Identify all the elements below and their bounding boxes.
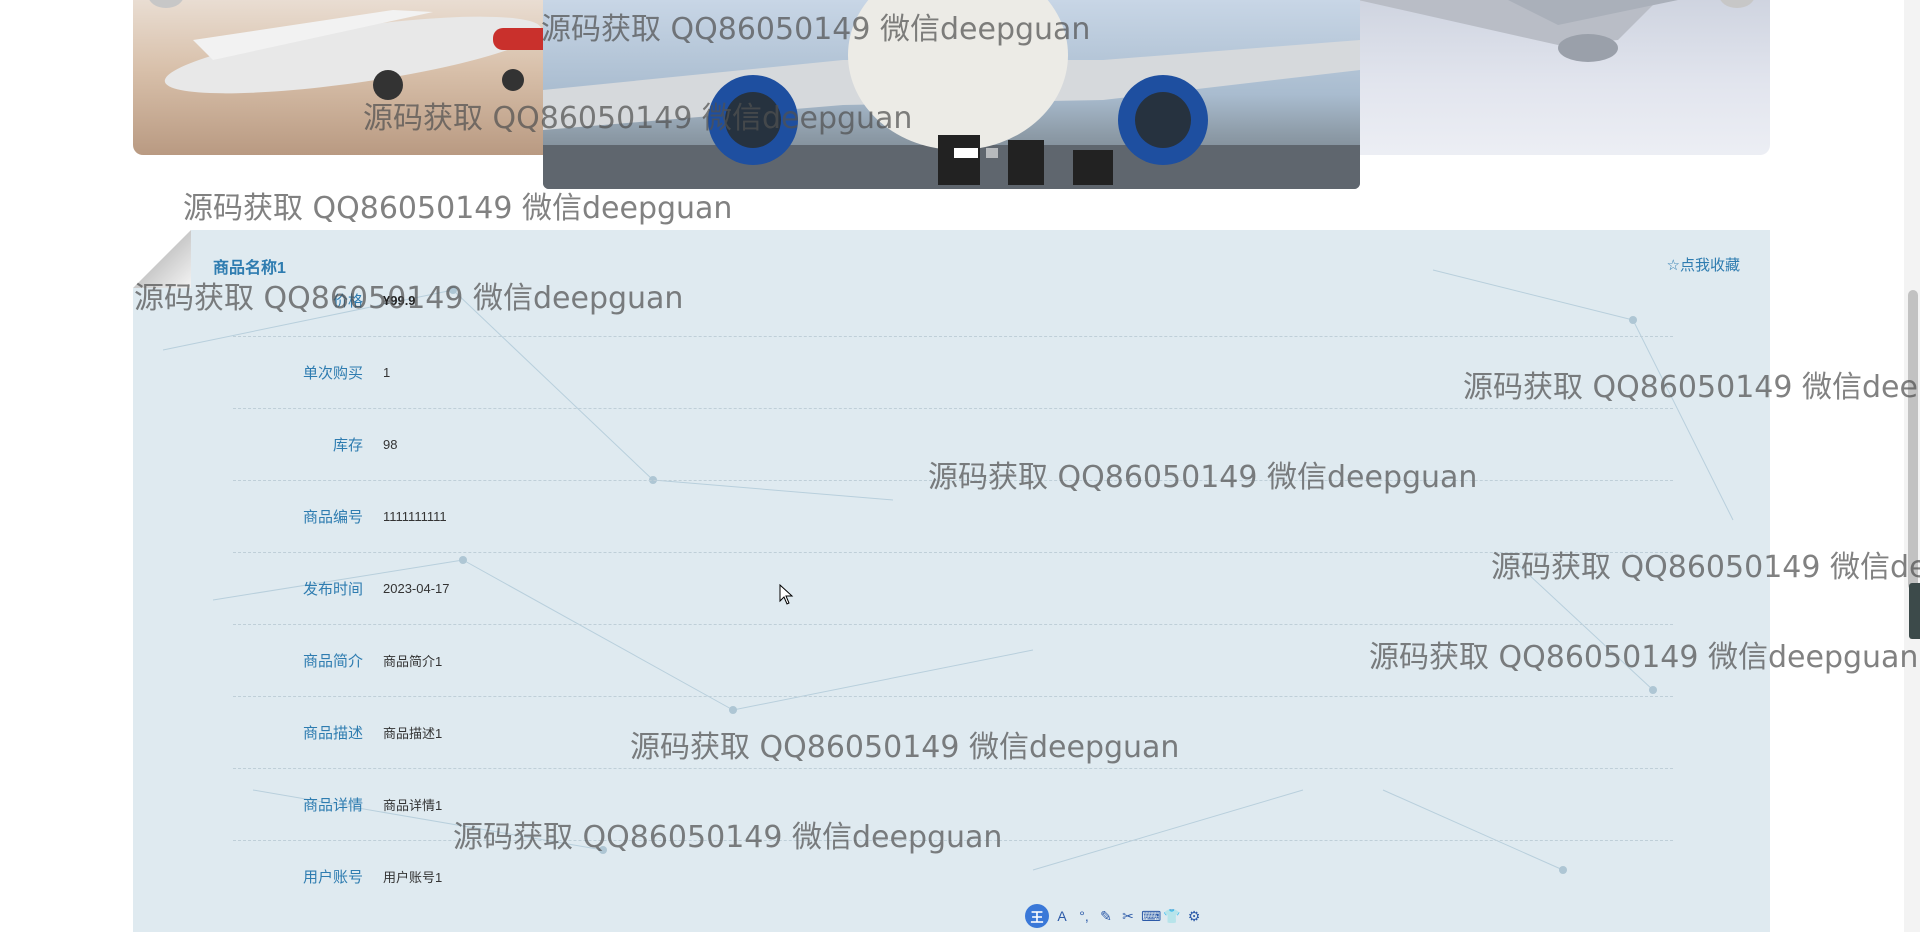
info-row-quantity: 单次购买 1 [233,337,1673,409]
watermark-text: 源码获取 QQ86050149 微信de [1491,550,1920,585]
description-label: 商品描述 [302,725,363,742]
summary-value: 商品简介1 [383,654,443,669]
quantity-label: 单次购买 [302,365,363,382]
watermark-text: 源码获取 QQ86050149 微信deepguan [363,101,913,136]
summary-label: 商品简介 [302,653,363,670]
details-value: 商品详情1 [383,798,443,813]
publish-date-label: 发布时间 [302,581,363,598]
ime-keyboard-button[interactable]: ⌨ [1141,908,1161,925]
publish-date-value: 2023-04-17 [383,581,450,596]
carousel-indicators [954,148,998,158]
ime-handwrite-button[interactable]: ✎ [1097,908,1115,925]
favorite-link[interactable]: ☆点我收藏 [1667,254,1740,275]
description-value: 商品描述1 [383,726,443,741]
side-float-tab[interactable] [1909,583,1920,639]
ime-logo-icon[interactable]: 王 [1025,904,1049,928]
watermark-text: 源码获取 QQ86050149 微信deep [1463,370,1920,405]
product-id-label: 商品编号 [302,509,363,526]
carousel-indicator-1[interactable] [954,148,978,158]
watermark-text: 源码获取 QQ86050149 微信deepguan [541,12,1091,47]
info-row-publish-date: 发布时间 2023-04-17 [233,553,1673,625]
watermark-text: 源码获取 QQ86050149 微信deepguan [183,191,733,226]
user-account-value: 用户账号1 [383,870,443,885]
watermark-text: 源码获取 QQ86050149 微信deepguan [134,281,684,316]
watermark-text: 源码获取 QQ86050149 微信deepguan [453,820,1003,855]
details-label: 商品详情 [302,797,363,814]
watermark-text: 源码获取 QQ86050149 微信deepguan [630,730,1180,765]
watermark-text: 源码获取 QQ86050149 微信deepguan [1369,640,1919,675]
user-account-label: 用户账号 [302,869,363,886]
watermark-text: 源码获取 QQ86050149 微信deepguan [928,460,1478,495]
product-id-value: 1111111111 [383,509,447,524]
page-scrollbar[interactable] [1904,0,1920,932]
quantity-value: 1 [383,365,391,380]
ime-skin-button[interactable]: 👕 [1163,908,1181,925]
ime-toolbar: 王 A °, ✎ ✂ ⌨ 👕 ⚙ [1025,904,1203,928]
ime-punctuation-button[interactable]: °, [1075,908,1093,924]
stock-value: 98 [383,437,398,452]
ime-settings-button[interactable]: ⚙ [1185,908,1203,925]
carousel-indicator-2[interactable] [986,148,998,158]
ime-screenshot-button[interactable]: ✂ [1119,908,1137,925]
stock-label: 库存 [332,437,363,454]
mouse-cursor-icon [779,584,794,605]
ime-language-button[interactable]: A [1053,908,1071,924]
carousel-slide-airplane-right[interactable] [1358,0,1770,155]
